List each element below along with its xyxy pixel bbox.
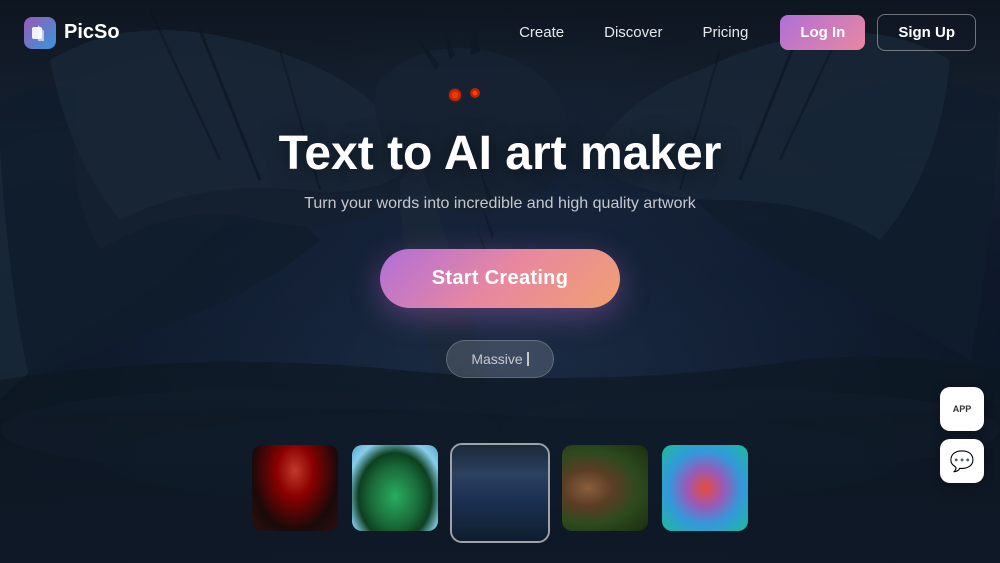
nav-discover[interactable]: Discover (588, 16, 678, 49)
nav-links: Create Discover Pricing Log In Sign Up (503, 14, 976, 51)
gallery-thumb-1[interactable] (250, 443, 340, 533)
gallery-thumb-4[interactable] (560, 443, 650, 533)
app-label: APP (953, 404, 972, 415)
thumb-image-4 (562, 445, 648, 531)
gallery-thumb-2[interactable] (350, 443, 440, 533)
thumb-image-5 (662, 445, 748, 531)
side-buttons: APP 💬 (940, 387, 984, 483)
search-pill[interactable]: Massive (446, 340, 553, 378)
chat-icon: 💬 (950, 449, 975, 474)
thumb-image-3 (452, 445, 548, 541)
gallery-thumb-5[interactable] (660, 443, 750, 533)
text-cursor (527, 352, 529, 366)
hero-title: Text to AI art maker (279, 126, 722, 181)
nav-pricing[interactable]: Pricing (686, 16, 764, 49)
navbar: PicSo Create Discover Pricing Log In Sig… (0, 0, 1000, 65)
nav-create[interactable]: Create (503, 16, 580, 49)
signup-button[interactable]: Sign Up (877, 14, 976, 51)
app-button[interactable]: APP (940, 387, 984, 431)
logo[interactable]: PicSo (24, 17, 120, 49)
login-button[interactable]: Log In (780, 15, 865, 50)
logo-name: PicSo (64, 21, 120, 44)
gallery-thumb-3[interactable] (450, 443, 550, 543)
hero-subtitle: Turn your words into incredible and high… (304, 195, 696, 213)
search-area: Massive (446, 340, 553, 378)
chat-button[interactable]: 💬 (940, 439, 984, 483)
gallery (250, 443, 750, 543)
logo-icon (24, 17, 56, 49)
start-creating-button[interactable]: Start Creating (380, 249, 620, 308)
search-text: Massive (471, 351, 522, 367)
thumb-image-1 (252, 445, 338, 531)
thumb-image-2 (352, 445, 438, 531)
